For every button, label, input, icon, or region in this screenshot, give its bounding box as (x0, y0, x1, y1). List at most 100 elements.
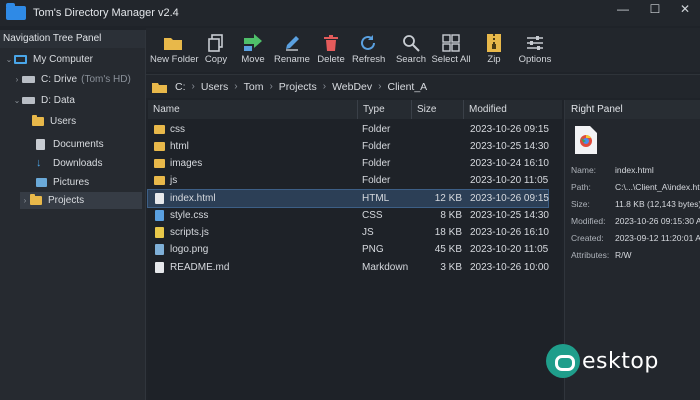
drive-icon (22, 97, 35, 104)
file-list: Name Type Size Modified css Folder 2023-… (147, 100, 562, 400)
folder-icon (152, 81, 167, 93)
zip-icon (480, 32, 508, 54)
file-modified: 2023-10-20 11:05 (470, 175, 549, 186)
column-header-name[interactable]: Name (148, 100, 358, 119)
close-button[interactable]: ✕ (670, 0, 700, 20)
tree-item-documents[interactable]: Documents (36, 136, 104, 153)
tree-item-pictures[interactable]: Pictures (36, 174, 89, 191)
chevron-down-icon[interactable]: ⌄ (4, 51, 14, 68)
address-bar[interactable]: C: › Users › Tom › Projects › WebDev › C… (146, 74, 700, 98)
file-modified: 2023-10-26 10:00 (470, 262, 549, 273)
tree-item-my-computer[interactable]: ⌄ My Computer (4, 51, 93, 68)
right-panel-header: Right Panel (565, 100, 700, 119)
zip-button[interactable]: Zip (480, 32, 508, 65)
column-header-type[interactable]: Type (358, 100, 412, 119)
file-row-readme-md[interactable]: README.md Markdown 3 KB 2023-10-26 10:00 (148, 259, 549, 276)
chevron-right-icon: › (269, 81, 273, 92)
file-name: index.html (170, 193, 216, 204)
file-name: css (170, 124, 185, 135)
file-type: HTML (362, 193, 390, 204)
folder-icon (154, 142, 165, 151)
tree-item-sublabel: (Tom's HD) (81, 74, 131, 85)
css-file-icon (155, 210, 164, 221)
file-type: Folder (362, 175, 391, 186)
folder-icon (32, 115, 44, 126)
js-file-icon (155, 227, 164, 238)
breadcrumb-users[interactable]: Users (201, 81, 228, 93)
file-type: PNG (362, 244, 384, 255)
tree-item-downloads[interactable]: ↓ Downloads (36, 155, 102, 172)
html-file-icon (155, 193, 164, 204)
file-type: Folder (362, 124, 391, 135)
file-row-style-css[interactable]: style.css CSS 8 KB 2023-10-25 14:30 (148, 207, 549, 224)
refresh-icon (352, 32, 384, 54)
breadcrumb-projects[interactable]: Projects (279, 81, 317, 93)
file-modified: 2023-10-26 09:15 (470, 193, 549, 204)
file-row-index-html[interactable]: index.html HTML 12 KB 2023-10-26 09:15 (147, 189, 549, 208)
file-type: CSS (362, 210, 383, 221)
watermark-logo-icon (546, 344, 580, 378)
file-size: 12 KB (434, 193, 462, 204)
file-row-html[interactable]: html Folder 2023-10-25 14:30 (148, 138, 549, 155)
prop-path: Path: C:\...\Client_A\index.html (571, 182, 700, 192)
document-icon (36, 139, 45, 150)
chevron-right-icon: › (191, 81, 195, 92)
move-icon (237, 32, 269, 54)
file-modified: 2023-10-25 14:30 (470, 210, 549, 221)
toolbar-label: Move (241, 54, 265, 65)
toolbar-label: Copy (204, 54, 228, 65)
chevron-right-icon[interactable]: › (20, 192, 30, 209)
file-row-logo-png[interactable]: logo.png PNG 45 KB 2023-10-20 11:05 (148, 241, 548, 258)
breadcrumb-tom[interactable]: Tom (244, 81, 264, 93)
tree-item-label: Downloads (53, 158, 103, 169)
app-folder-icon (6, 3, 26, 20)
file-row-css[interactable]: css Folder 2023-10-26 09:15 (148, 121, 549, 138)
minimize-button[interactable]: — (608, 0, 638, 20)
file-name: logo.png (170, 244, 209, 255)
file-name: html (170, 141, 189, 152)
file-row-js[interactable]: js Folder 2023-10-20 11:05 (148, 172, 548, 189)
tree-item-c-drive[interactable]: › C: Drive (Tom's HD) (12, 71, 131, 88)
new-folder-button[interactable]: New Folder (150, 32, 199, 65)
chevron-right-icon: › (322, 81, 327, 92)
breadcrumb-c[interactable]: C: (175, 81, 186, 93)
tree-item-users[interactable]: Users (32, 113, 76, 130)
chevron-down-icon[interactable]: ⌄ (12, 92, 22, 109)
tree-item-d-data[interactable]: ⌄ D: Data (12, 92, 75, 109)
file-row-images[interactable]: images Folder 2023-10-24 16:10 (148, 155, 549, 172)
trash-icon (316, 32, 346, 54)
file-modified: 2023-10-25 14:30 (470, 141, 549, 152)
column-header-size[interactable]: Size (412, 100, 464, 119)
refresh-button[interactable]: Refresh (352, 32, 385, 65)
breadcrumb-webdev[interactable]: WebDev (332, 81, 372, 93)
breadcrumb-client-a[interactable]: Client_A (388, 81, 428, 93)
tree-item-label: C: Drive (41, 74, 78, 85)
text-file-icon (155, 262, 164, 273)
toolbar: New Folder Copy Move Rename Delete Refre… (146, 28, 700, 72)
file-type: Folder (362, 141, 391, 152)
options-button[interactable]: Options (516, 32, 554, 65)
move-button[interactable]: Move (237, 32, 269, 65)
tree-item-label: Documents (53, 139, 104, 150)
file-name: README.md (170, 262, 230, 273)
watermark-text: esktop (582, 348, 659, 374)
file-size: 45 KB (434, 244, 462, 255)
chevron-right-icon[interactable]: › (12, 71, 22, 88)
select-all-button[interactable]: Select All (431, 32, 471, 65)
rename-button[interactable]: Rename (274, 32, 310, 65)
search-button[interactable]: Search (395, 32, 427, 65)
column-header-modified[interactable]: Modified (464, 100, 562, 119)
file-type: Markdown (362, 262, 409, 273)
tree-item-projects[interactable]: › Projects (20, 192, 142, 209)
watermark: esktop (546, 344, 659, 378)
tree-item-label: Projects (48, 195, 85, 206)
toolbar-label: Options (518, 54, 552, 65)
file-name: style.css (170, 210, 209, 221)
delete-button[interactable]: Delete (316, 32, 346, 65)
file-type: JS (362, 227, 374, 238)
copy-button[interactable]: Copy (200, 32, 232, 65)
maximize-button[interactable]: ☐ (640, 0, 670, 20)
toolbar-label: Delete (317, 54, 345, 65)
image-file-icon (155, 244, 164, 255)
file-row-scripts-js[interactable]: scripts.js JS 18 KB 2023-10-26 16:10 (148, 224, 549, 241)
